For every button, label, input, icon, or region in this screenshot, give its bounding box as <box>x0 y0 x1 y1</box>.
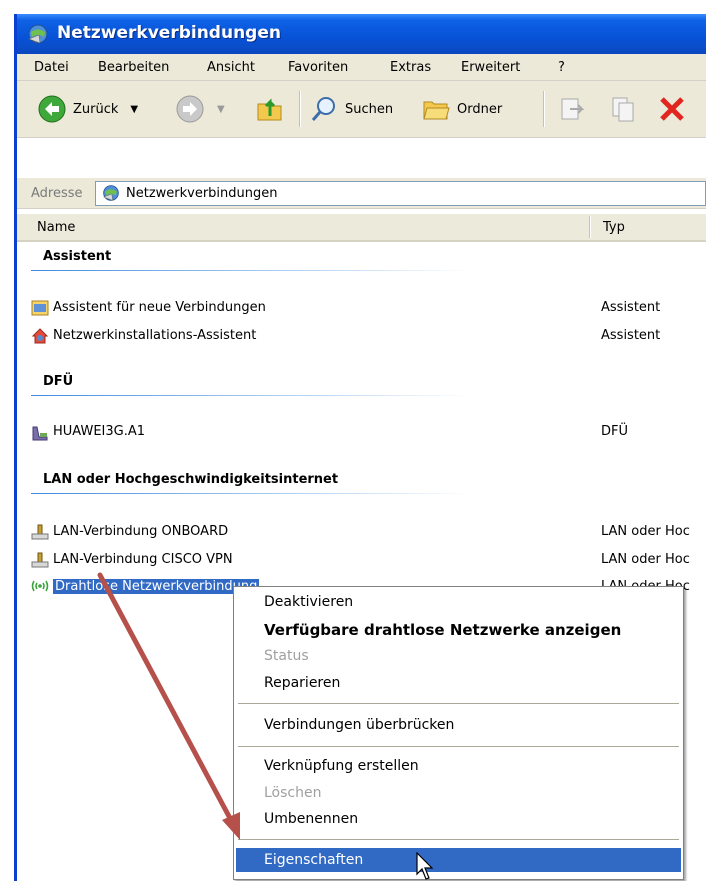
mouse-cursor-icon <box>416 852 434 880</box>
annotation-arrow <box>97 572 240 840</box>
